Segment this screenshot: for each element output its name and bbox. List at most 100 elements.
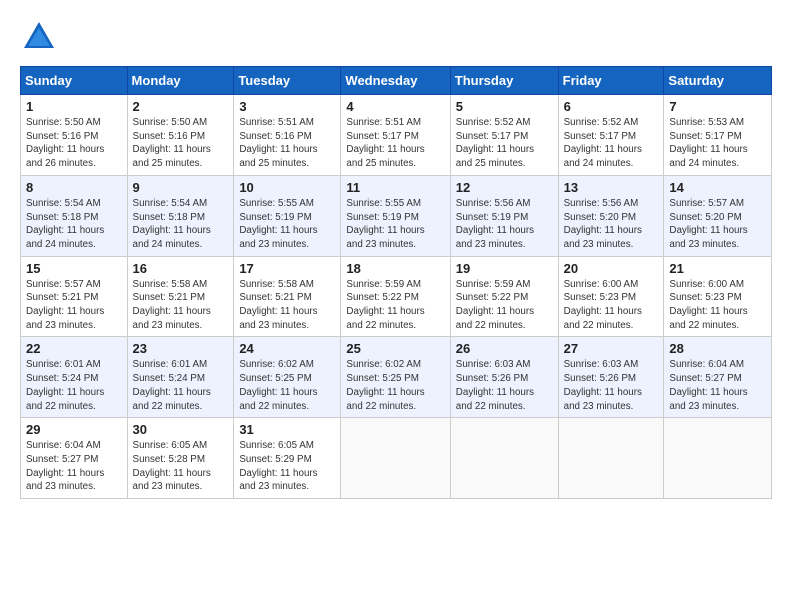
calendar-cell: 6 Sunrise: 5:52 AM Sunset: 5:17 PM Daylig… (558, 95, 664, 176)
day-number: 9 (133, 180, 229, 195)
day-number: 18 (346, 261, 444, 276)
day-number: 13 (564, 180, 659, 195)
day-info: Sunrise: 5:55 AM Sunset: 5:19 PM Dayligh… (239, 197, 335, 252)
day-number: 4 (346, 99, 444, 114)
calendar-cell: 27 Sunrise: 6:03 AM Sunset: 5:26 PM Dayli… (558, 337, 664, 418)
calendar-cell: 28 Sunrise: 6:04 AM Sunset: 5:27 PM Dayli… (664, 337, 772, 418)
calendar-cell: 9 Sunrise: 5:54 AM Sunset: 5:18 PM Daylig… (127, 175, 234, 256)
day-number: 21 (669, 261, 766, 276)
calendar-cell: 1Sunrise: 5:50 AM Sunset: 5:16 PM Daylig… (21, 95, 128, 176)
calendar-header-saturday: Saturday (664, 67, 772, 95)
day-number: 7 (669, 99, 766, 114)
day-number: 29 (26, 422, 122, 437)
day-number: 8 (26, 180, 122, 195)
day-number: 30 (133, 422, 229, 437)
day-number: 27 (564, 341, 659, 356)
day-number: 5 (456, 99, 553, 114)
day-number: 11 (346, 180, 444, 195)
day-info: Sunrise: 5:58 AM Sunset: 5:21 PM Dayligh… (133, 278, 229, 333)
calendar-cell: 30 Sunrise: 6:05 AM Sunset: 5:28 PM Dayli… (127, 418, 234, 499)
calendar-cell: 21 Sunrise: 6:00 AM Sunset: 5:23 PM Dayli… (664, 256, 772, 337)
calendar-cell: 17 Sunrise: 5:58 AM Sunset: 5:21 PM Dayli… (234, 256, 341, 337)
day-number: 14 (669, 180, 766, 195)
day-number: 23 (133, 341, 229, 356)
calendar-cell: 8 Sunrise: 5:54 AM Sunset: 5:18 PM Daylig… (21, 175, 128, 256)
calendar-cell: 15 Sunrise: 5:57 AM Sunset: 5:21 PM Dayli… (21, 256, 128, 337)
day-info: Sunrise: 6:03 AM Sunset: 5:26 PM Dayligh… (456, 358, 553, 413)
day-info: Sunrise: 6:00 AM Sunset: 5:23 PM Dayligh… (669, 278, 766, 333)
day-number: 22 (26, 341, 122, 356)
day-info: Sunrise: 6:04 AM Sunset: 5:27 PM Dayligh… (26, 439, 122, 494)
day-info: Sunrise: 5:57 AM Sunset: 5:21 PM Dayligh… (26, 278, 122, 333)
calendar-cell: 7 Sunrise: 5:53 AM Sunset: 5:17 PM Daylig… (664, 95, 772, 176)
calendar-header-tuesday: Tuesday (234, 67, 341, 95)
day-info: Sunrise: 5:55 AM Sunset: 5:19 PM Dayligh… (346, 197, 444, 252)
day-number: 6 (564, 99, 659, 114)
day-number: 2 (133, 99, 229, 114)
day-number: 20 (564, 261, 659, 276)
day-info: Sunrise: 5:57 AM Sunset: 5:20 PM Dayligh… (669, 197, 766, 252)
day-number: 15 (26, 261, 122, 276)
calendar-week-2: 8 Sunrise: 5:54 AM Sunset: 5:18 PM Daylig… (21, 175, 772, 256)
day-info: Sunrise: 6:02 AM Sunset: 5:25 PM Dayligh… (346, 358, 444, 413)
page: SundayMondayTuesdayWednesdayThursdayFrid… (0, 0, 792, 509)
calendar-header-thursday: Thursday (450, 67, 558, 95)
day-info: Sunrise: 6:01 AM Sunset: 5:24 PM Dayligh… (133, 358, 229, 413)
calendar-cell: 2Sunrise: 5:50 AM Sunset: 5:16 PM Daylig… (127, 95, 234, 176)
day-info: Sunrise: 5:51 AM Sunset: 5:17 PM Dayligh… (346, 116, 444, 171)
day-info: Sunrise: 5:51 AM Sunset: 5:16 PM Dayligh… (239, 116, 335, 171)
day-number: 1 (26, 99, 122, 114)
calendar-cell: 12 Sunrise: 5:56 AM Sunset: 5:19 PM Dayli… (450, 175, 558, 256)
calendar-cell: 22 Sunrise: 6:01 AM Sunset: 5:24 PM Dayli… (21, 337, 128, 418)
logo-icon (20, 18, 58, 56)
day-info: Sunrise: 5:59 AM Sunset: 5:22 PM Dayligh… (456, 278, 553, 333)
calendar-cell (450, 418, 558, 499)
day-info: Sunrise: 5:59 AM Sunset: 5:22 PM Dayligh… (346, 278, 444, 333)
calendar-header-sunday: Sunday (21, 67, 128, 95)
day-info: Sunrise: 5:52 AM Sunset: 5:17 PM Dayligh… (456, 116, 553, 171)
day-number: 19 (456, 261, 553, 276)
day-info: Sunrise: 5:54 AM Sunset: 5:18 PM Dayligh… (133, 197, 229, 252)
day-number: 28 (669, 341, 766, 356)
calendar-cell: 26 Sunrise: 6:03 AM Sunset: 5:26 PM Dayli… (450, 337, 558, 418)
logo (20, 18, 64, 56)
day-info: Sunrise: 5:56 AM Sunset: 5:19 PM Dayligh… (456, 197, 553, 252)
day-info: Sunrise: 5:58 AM Sunset: 5:21 PM Dayligh… (239, 278, 335, 333)
calendar-header-row: SundayMondayTuesdayWednesdayThursdayFrid… (21, 67, 772, 95)
calendar-cell: 18 Sunrise: 5:59 AM Sunset: 5:22 PM Dayli… (341, 256, 450, 337)
day-info: Sunrise: 6:00 AM Sunset: 5:23 PM Dayligh… (564, 278, 659, 333)
day-number: 12 (456, 180, 553, 195)
calendar-cell: 13 Sunrise: 5:56 AM Sunset: 5:20 PM Dayli… (558, 175, 664, 256)
day-number: 3 (239, 99, 335, 114)
day-info: Sunrise: 5:53 AM Sunset: 5:17 PM Dayligh… (669, 116, 766, 171)
calendar-cell: 24 Sunrise: 6:02 AM Sunset: 5:25 PM Dayli… (234, 337, 341, 418)
day-number: 16 (133, 261, 229, 276)
calendar-cell: 29 Sunrise: 6:04 AM Sunset: 5:27 PM Dayli… (21, 418, 128, 499)
day-info: Sunrise: 6:04 AM Sunset: 5:27 PM Dayligh… (669, 358, 766, 413)
day-number: 25 (346, 341, 444, 356)
day-number: 24 (239, 341, 335, 356)
calendar-header-monday: Monday (127, 67, 234, 95)
calendar-cell: 14 Sunrise: 5:57 AM Sunset: 5:20 PM Dayli… (664, 175, 772, 256)
calendar-cell: 5 Sunrise: 5:52 AM Sunset: 5:17 PM Daylig… (450, 95, 558, 176)
calendar-header-friday: Friday (558, 67, 664, 95)
day-number: 17 (239, 261, 335, 276)
day-info: Sunrise: 5:54 AM Sunset: 5:18 PM Dayligh… (26, 197, 122, 252)
calendar-cell: 25 Sunrise: 6:02 AM Sunset: 5:25 PM Dayli… (341, 337, 450, 418)
day-number: 26 (456, 341, 553, 356)
calendar-cell: 4 Sunrise: 5:51 AM Sunset: 5:17 PM Daylig… (341, 95, 450, 176)
calendar-cell: 16 Sunrise: 5:58 AM Sunset: 5:21 PM Dayli… (127, 256, 234, 337)
day-info: Sunrise: 5:52 AM Sunset: 5:17 PM Dayligh… (564, 116, 659, 171)
day-info: Sunrise: 6:03 AM Sunset: 5:26 PM Dayligh… (564, 358, 659, 413)
calendar-cell: 23 Sunrise: 6:01 AM Sunset: 5:24 PM Dayli… (127, 337, 234, 418)
calendar-cell: 31Sunrise: 6:05 AM Sunset: 5:29 PM Dayli… (234, 418, 341, 499)
calendar-cell (664, 418, 772, 499)
day-number: 10 (239, 180, 335, 195)
calendar-cell: 10 Sunrise: 5:55 AM Sunset: 5:19 PM Dayli… (234, 175, 341, 256)
day-info: Sunrise: 6:01 AM Sunset: 5:24 PM Dayligh… (26, 358, 122, 413)
day-info: Sunrise: 5:56 AM Sunset: 5:20 PM Dayligh… (564, 197, 659, 252)
day-info: Sunrise: 6:05 AM Sunset: 5:29 PM Dayligh… (239, 439, 335, 494)
day-info: Sunrise: 6:05 AM Sunset: 5:28 PM Dayligh… (133, 439, 229, 494)
day-info: Sunrise: 6:02 AM Sunset: 5:25 PM Dayligh… (239, 358, 335, 413)
calendar-week-3: 15 Sunrise: 5:57 AM Sunset: 5:21 PM Dayli… (21, 256, 772, 337)
